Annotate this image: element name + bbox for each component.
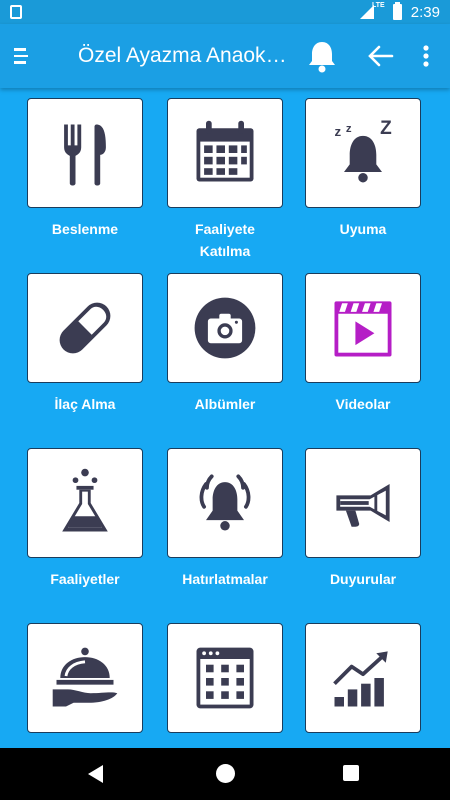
tile-faaliyete-katilma[interactable]: Faaliyete Katılma bbox=[156, 98, 294, 262]
tile-schedule[interactable] bbox=[156, 623, 294, 733]
tile-box[interactable] bbox=[27, 623, 143, 733]
svg-text:z: z bbox=[335, 124, 342, 139]
tile-hatirlatmalar[interactable]: Hatırlatmalar bbox=[156, 448, 294, 590]
svg-text:z: z bbox=[346, 123, 352, 135]
tile-label: Beslenme bbox=[51, 221, 119, 237]
tile-box[interactable] bbox=[27, 448, 143, 558]
megaphone-icon bbox=[336, 484, 390, 527]
tile-label: Uyuma bbox=[339, 221, 387, 237]
tile-albumler[interactable]: Albümler bbox=[156, 273, 294, 415]
nav-back-icon[interactable] bbox=[88, 765, 103, 783]
tile-label: Albümler bbox=[194, 396, 256, 412]
tile-box[interactable] bbox=[305, 448, 421, 558]
nav-home-icon[interactable] bbox=[216, 764, 235, 783]
network-type: LTE bbox=[372, 2, 385, 9]
app-title: Özel Ayazma Anaokulu bbox=[78, 44, 288, 67]
growth-chart-icon bbox=[333, 651, 388, 707]
sleeping-bell-icon: z z Z bbox=[335, 118, 392, 183]
tile-faaliyetler[interactable]: Faaliyetler bbox=[16, 448, 154, 590]
nav-recents-icon[interactable] bbox=[343, 765, 359, 781]
pill-icon bbox=[59, 302, 111, 354]
back-arrow-icon[interactable] bbox=[364, 40, 396, 72]
tile-box[interactable] bbox=[27, 98, 143, 208]
calendar-icon bbox=[196, 120, 254, 182]
tile-box[interactable] bbox=[167, 448, 283, 558]
tile-box[interactable] bbox=[27, 273, 143, 383]
tile-duyurular[interactable]: Duyurular bbox=[294, 448, 432, 590]
flask-icon bbox=[62, 468, 108, 532]
tile-uyuma[interactable]: z z Z Uyuma bbox=[294, 98, 432, 240]
system-nav-bar bbox=[0, 748, 450, 800]
tile-label: Faaliyete Katılma bbox=[195, 221, 255, 259]
tile-label: Videolar bbox=[335, 396, 391, 412]
serving-tray-icon bbox=[52, 647, 118, 707]
tile-label: Hatırlatmalar bbox=[182, 571, 268, 587]
menu-icon[interactable] bbox=[14, 48, 32, 64]
tile-beslenme[interactable]: Beslenme bbox=[16, 98, 154, 240]
tile-chart[interactable] bbox=[294, 623, 432, 733]
battery-icon bbox=[393, 2, 402, 20]
tile-box[interactable] bbox=[167, 273, 283, 383]
tile-box[interactable] bbox=[167, 623, 283, 733]
status-bar: LTE 2:39 bbox=[0, 0, 450, 24]
camera-icon bbox=[194, 297, 256, 359]
tile-box[interactable] bbox=[305, 623, 421, 733]
status-time: 2:39 bbox=[410, 4, 440, 21]
tile-serving[interactable] bbox=[16, 623, 154, 733]
video-icon bbox=[334, 301, 392, 357]
tile-label: İlaç Alma bbox=[54, 396, 116, 412]
app-bar: Özel Ayazma Anaokulu bbox=[0, 24, 450, 88]
sd-card-icon bbox=[10, 5, 22, 19]
schedule-grid-icon bbox=[196, 647, 254, 709]
fork-knife-icon bbox=[64, 124, 106, 186]
tile-box[interactable]: z z Z bbox=[305, 98, 421, 208]
tile-box[interactable] bbox=[167, 98, 283, 208]
svg-text:Z: Z bbox=[380, 118, 392, 139]
more-vert-icon[interactable] bbox=[414, 40, 438, 72]
tile-label: Duyurular bbox=[329, 571, 397, 587]
tile-videolar[interactable]: Videolar bbox=[294, 273, 432, 415]
alarm-bell-icon bbox=[199, 474, 251, 531]
tile-label: Faaliyetler bbox=[50, 571, 120, 587]
menu-grid: Beslenme Faaliyete Katılma z z Z Uyuma İ… bbox=[0, 88, 450, 748]
tile-box[interactable] bbox=[305, 273, 421, 383]
notification-bell-icon[interactable] bbox=[304, 38, 340, 74]
tile-ilac-alma[interactable]: İlaç Alma bbox=[16, 273, 154, 415]
